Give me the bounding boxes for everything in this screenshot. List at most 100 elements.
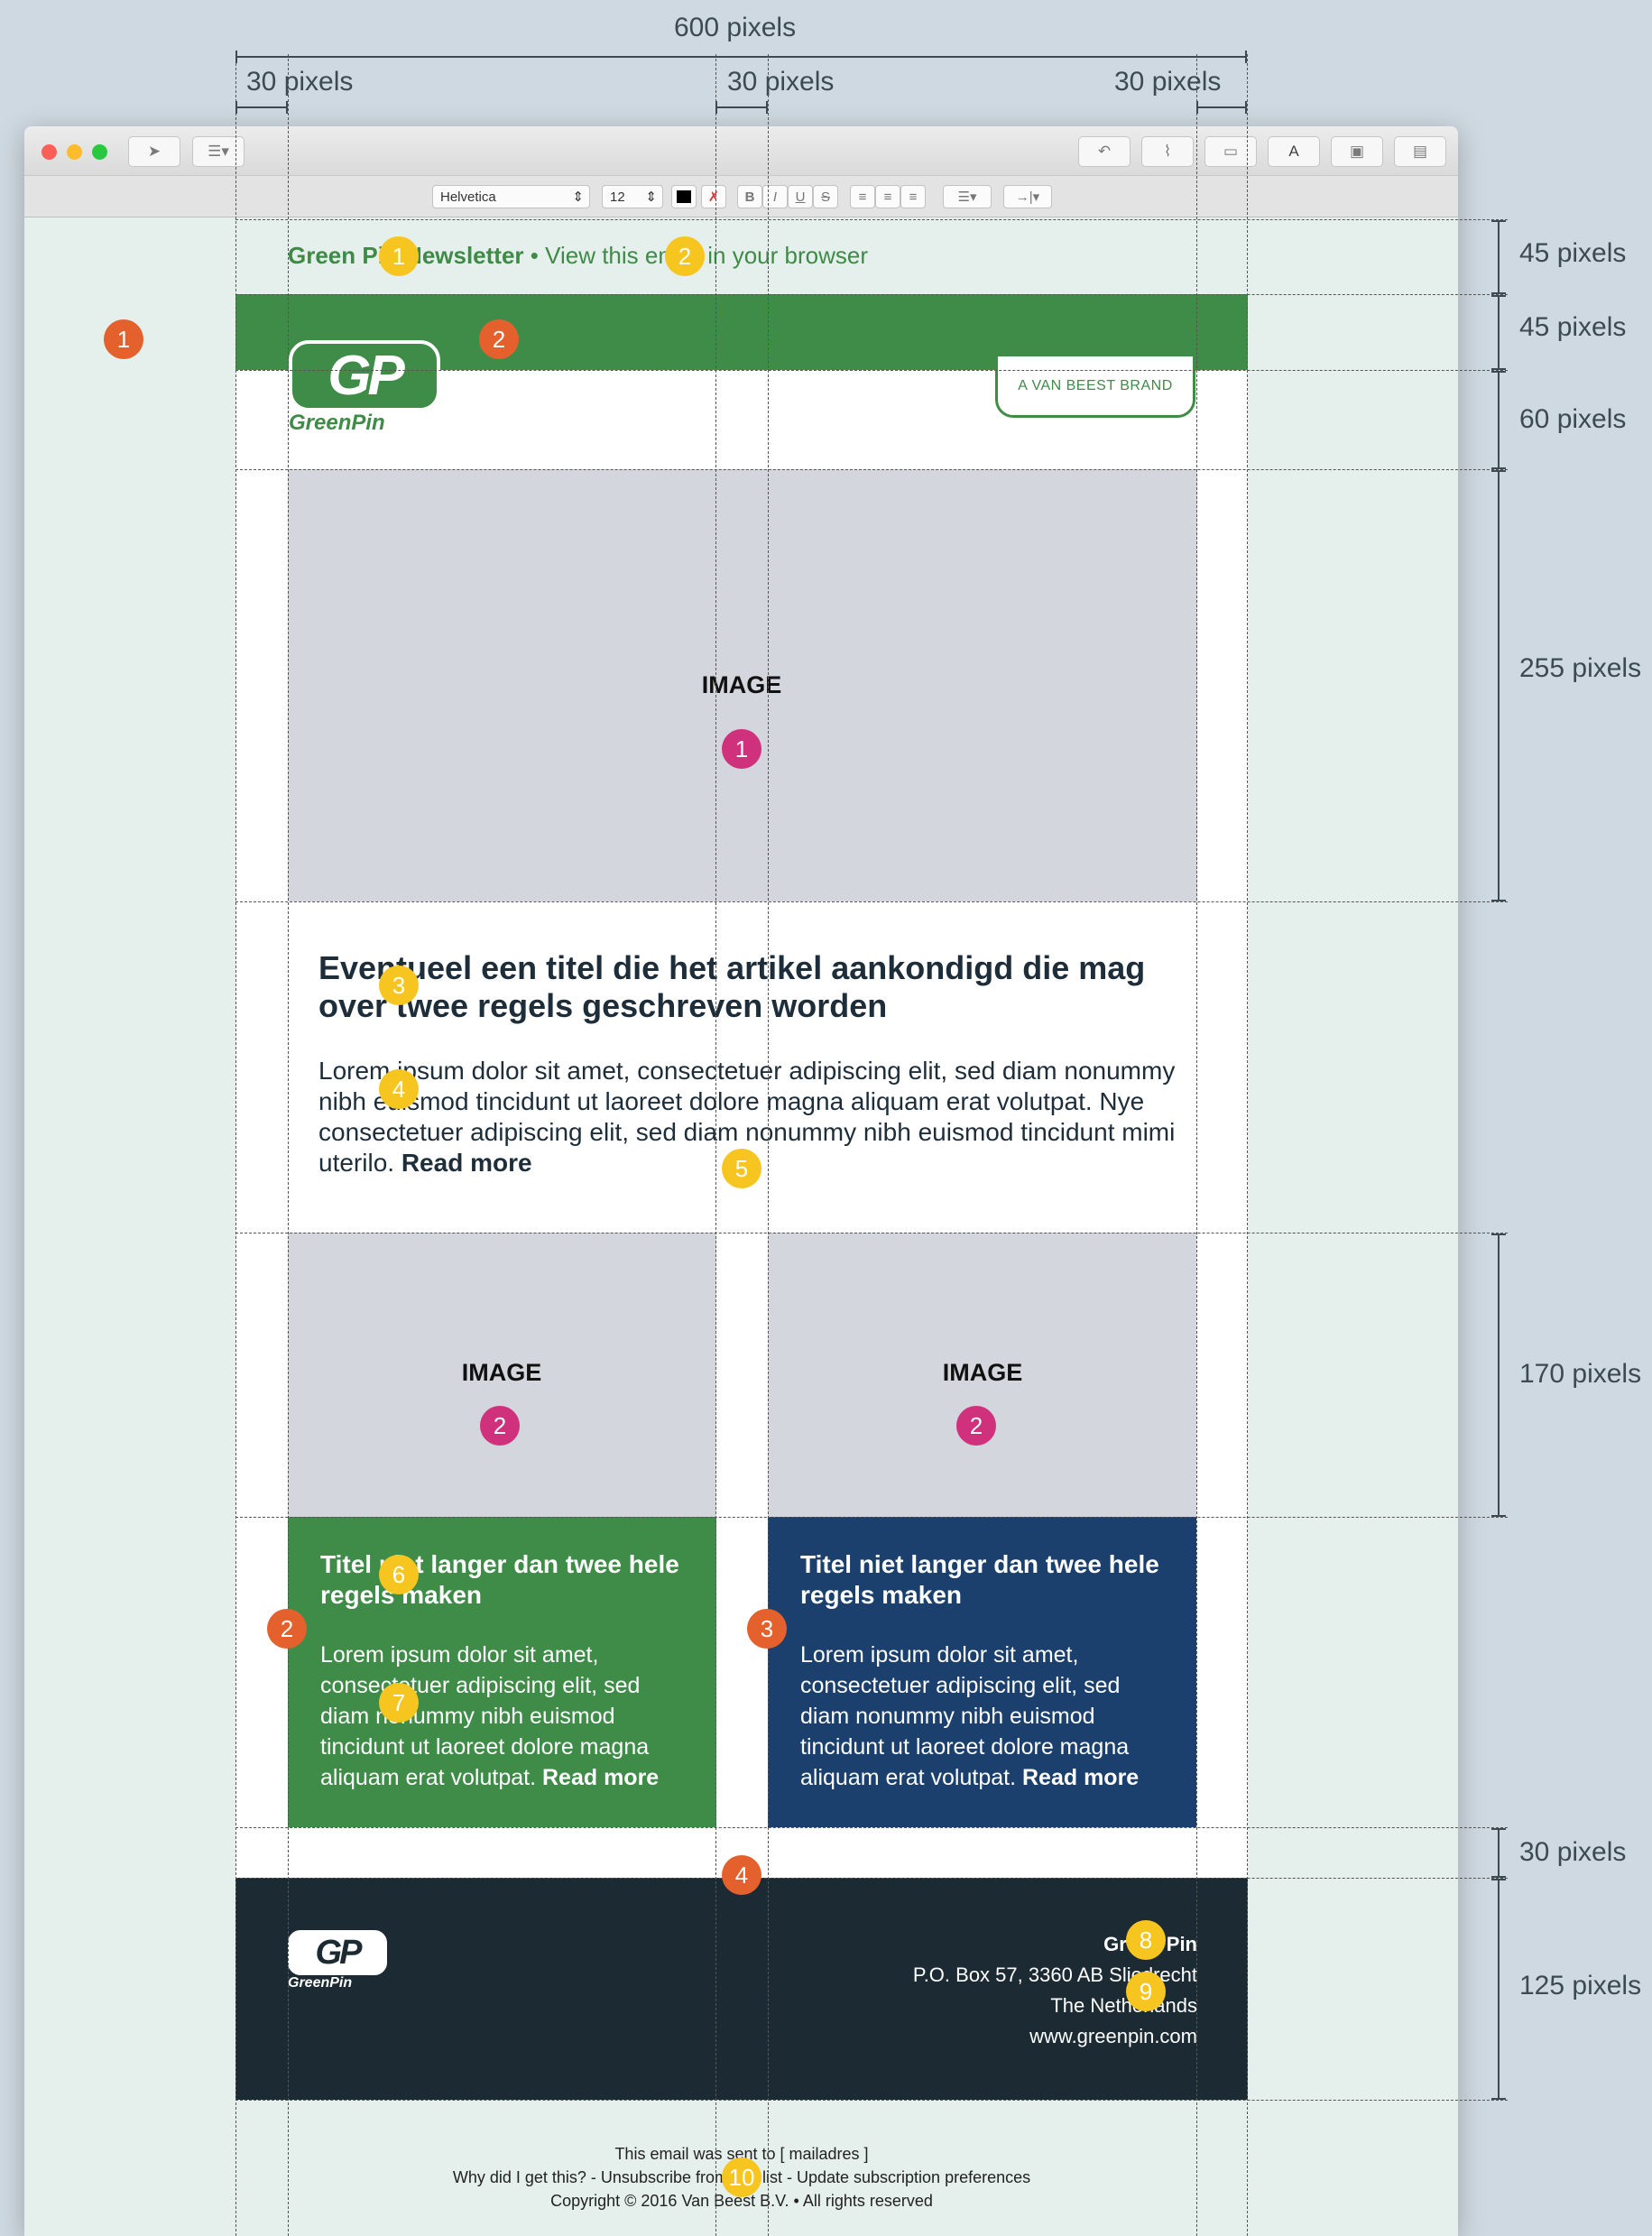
stationery-button[interactable]: ▤	[1394, 136, 1446, 167]
twocol-height-label: 170 pixels	[1519, 1359, 1642, 1389]
left-image-label: IMAGE	[461, 1359, 542, 1386]
marker-orange-3: 3	[747, 1609, 787, 1649]
right-gutter-bar	[1196, 101, 1247, 114]
marker-orange-2b: 2	[267, 1609, 307, 1649]
align-left-button[interactable]: ≡	[850, 185, 875, 208]
middle-gutter-label: 30 pixels	[727, 67, 835, 97]
right-column-body: Lorem ipsum dolor sit amet, consectetuer…	[800, 1642, 1140, 1790]
align-center-icon: ≡	[883, 189, 892, 205]
footer-height-label: 125 pixels	[1519, 1971, 1642, 2000]
preheader-height-label: 45 pixels	[1519, 238, 1627, 268]
right-read-more-link[interactable]: Read more	[1022, 1765, 1139, 1790]
align-center-button[interactable]: ≡	[875, 185, 900, 208]
guide-h-10	[235, 2100, 1508, 2101]
guide-h-8	[235, 1827, 1508, 1828]
header-dimension	[1491, 371, 1506, 469]
hero-height-label: 255 pixels	[1519, 653, 1642, 683]
send-button[interactable]: ➤	[128, 136, 180, 167]
article-title: Eventueel een titel die het artikel aank…	[318, 949, 1146, 1024]
color-swatch-icon	[677, 190, 691, 203]
greenpin-logo: GP	[289, 340, 440, 411]
guide-h-7	[235, 1517, 1508, 1518]
font-size-select[interactable]: 12 ⇕	[602, 185, 663, 208]
band-height-label: 45 pixels	[1519, 312, 1627, 342]
stationery-icon: ▤	[1412, 143, 1428, 160]
guide-line-right	[1247, 54, 1248, 2236]
photo-icon: ▣	[1349, 143, 1365, 160]
format-bar: Helvetica ⇕ 12 ⇕ ✗ B I U S ≡ ≡ ≡ ☰▾ →|▾	[24, 176, 1458, 217]
left-gutter-label: 30 pixels	[246, 67, 354, 97]
italic-button[interactable]: I	[762, 185, 788, 208]
spacer-height-label: 30 pixels	[1519, 1837, 1627, 1867]
left-read-more-link[interactable]: Read more	[542, 1765, 659, 1790]
middle-gutter-bar	[715, 101, 768, 114]
twocol-dimension	[1491, 1233, 1506, 1517]
band-dimension	[1491, 295, 1506, 370]
zoom-window-button[interactable]	[92, 144, 107, 160]
footer-dimension	[1491, 1879, 1506, 2100]
header-fields-button[interactable]: ☰▾	[192, 136, 245, 167]
preheader-dimension	[1491, 220, 1506, 294]
guide-line-mid-left	[715, 54, 716, 2236]
hero-image-label: IMAGE	[701, 671, 782, 698]
indent-icon: →|▾	[1015, 189, 1040, 205]
title-bar: ➤ ☰▾ ↶ ⌇ ▭ A ▣ ▤	[24, 126, 1458, 176]
footer-wordmark: GreenPin	[288, 1975, 353, 1991]
photo-browser-button[interactable]: ▣	[1331, 136, 1383, 167]
marker-yellow-9: 9	[1126, 1972, 1166, 2011]
marker-yellow-3: 3	[379, 966, 419, 1005]
list-icon: ☰▾	[208, 143, 229, 160]
reply-button[interactable]: ↶	[1078, 136, 1131, 167]
article-read-more-link[interactable]: Read more	[401, 1149, 532, 1177]
marker-yellow-1: 1	[379, 236, 419, 276]
right-image-label: IMAGE	[942, 1359, 1023, 1386]
align-right-button[interactable]: ≡	[900, 185, 926, 208]
marker-orange-1: 1	[104, 319, 143, 359]
marker-orange-2: 2	[479, 319, 519, 359]
updown-icon: ⇕	[645, 189, 657, 205]
marker-yellow-7: 7	[379, 1683, 419, 1723]
marker-pink-1: 1	[722, 729, 761, 769]
right-column-card: Titel niet langer dan twee hele regels m…	[768, 1517, 1196, 1827]
font-family-select[interactable]: Helvetica ⇕	[432, 185, 590, 208]
paperclip-icon: ⌇	[1163, 143, 1172, 160]
marker-yellow-4: 4	[379, 1069, 419, 1109]
minimize-window-button[interactable]	[67, 144, 82, 160]
markup-button[interactable]: ▭	[1204, 136, 1257, 167]
guide-line-right-inner	[1196, 54, 1197, 2236]
guide-h-5	[235, 901, 1508, 902]
highlight-color-button[interactable]: ✗	[701, 185, 726, 208]
marker-orange-4: 4	[722, 1855, 761, 1895]
spacer-dimension	[1491, 1828, 1506, 1878]
header-height-label: 60 pixels	[1519, 404, 1627, 434]
text-color-button[interactable]	[671, 185, 697, 208]
marker-yellow-2: 2	[665, 236, 705, 276]
underline-button[interactable]: U	[788, 185, 813, 208]
indent-select[interactable]: →|▾	[1003, 185, 1052, 208]
bullet-list-icon: ☰▾	[957, 189, 977, 205]
format-button[interactable]: A	[1268, 136, 1320, 167]
footer-logo: GP	[288, 1930, 387, 1975]
van-beest-brand-badge: A VAN BEEST BRAND	[995, 356, 1195, 418]
attach-button[interactable]: ⌇	[1141, 136, 1194, 167]
footer-website-link[interactable]: www.greenpin.com	[913, 2021, 1197, 2052]
bold-button[interactable]: B	[737, 185, 762, 208]
send-icon: ➤	[147, 143, 162, 160]
right-column-title: Titel niet langer dan twee hele regels m…	[800, 1550, 1159, 1609]
preheader: Green Pin Newsletter • View this email i…	[288, 242, 868, 270]
close-window-button[interactable]	[42, 144, 57, 160]
left-column-body: Lorem ipsum dolor sit amet, consectetuer…	[320, 1642, 660, 1790]
guide-h-4	[235, 469, 1508, 470]
guide-line-left-inner	[288, 54, 289, 2236]
reply-icon: ↶	[1097, 143, 1112, 160]
guide-h-3	[235, 370, 1508, 371]
guide-h-2	[235, 294, 1508, 295]
left-column-title: Titel niet langer dan twee hele regels m…	[320, 1550, 679, 1609]
left-column-card: Titel niet langer dan twee hele regels m…	[288, 1517, 716, 1827]
width-dimension-bar	[235, 51, 1247, 63]
marker-yellow-8: 8	[1126, 1920, 1166, 1960]
no-color-icon: ✗	[707, 189, 720, 205]
right-gutter-label: 30 pixels	[1114, 67, 1222, 97]
strikethrough-button[interactable]: S	[813, 185, 838, 208]
list-style-select[interactable]: ☰▾	[943, 185, 992, 208]
